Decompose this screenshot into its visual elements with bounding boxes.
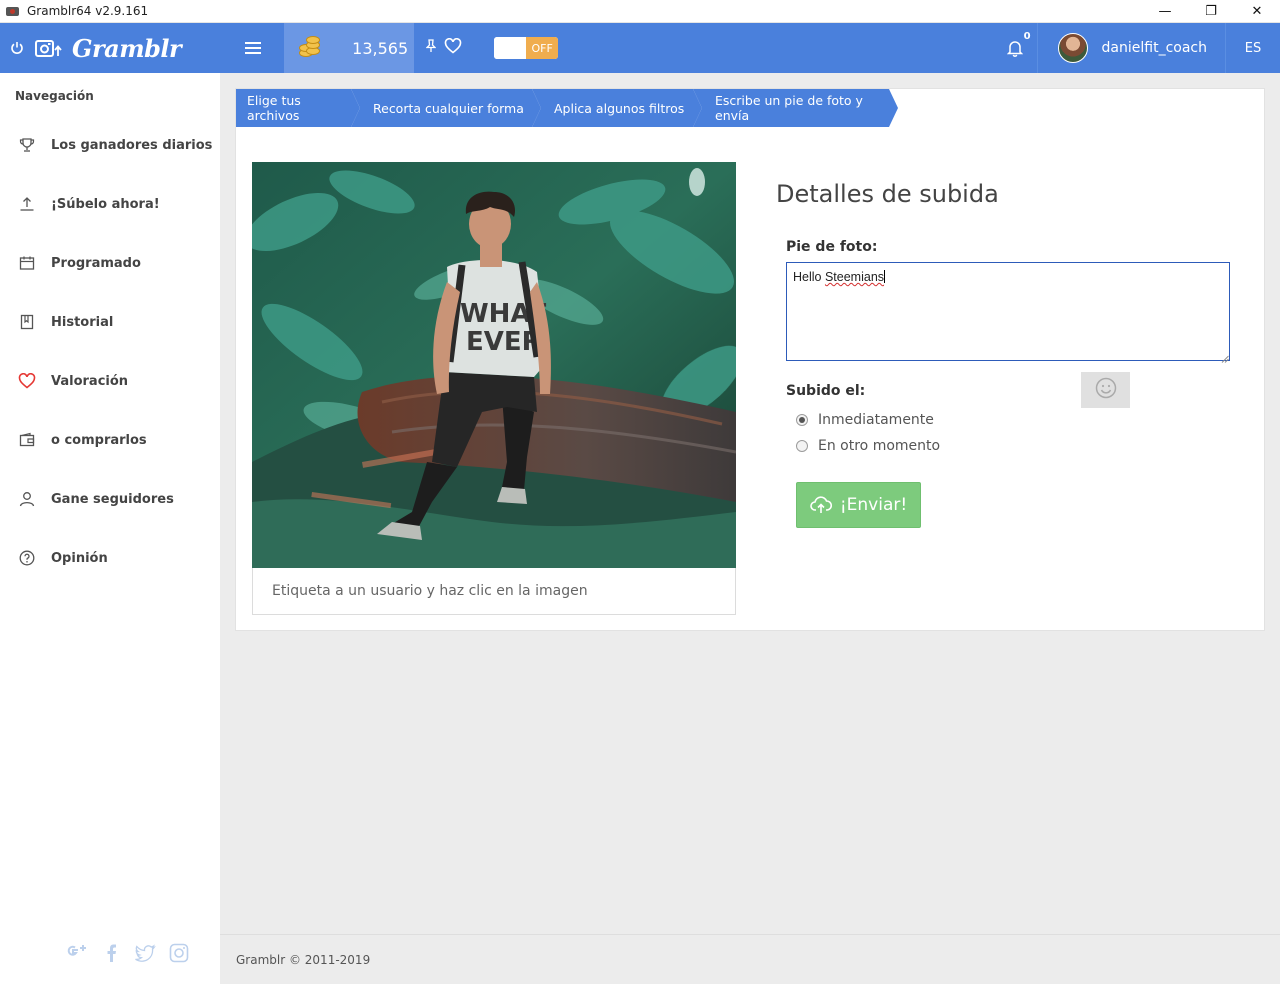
footer: Gramblr © 2011-2019 — [220, 934, 1280, 984]
sidebar-item-label: Programado — [51, 255, 141, 271]
caption-text: Hello Steemians — [793, 270, 886, 284]
power-icon[interactable] — [0, 41, 34, 55]
upload-steps: Elige tus archivos Recorta cualquier for… — [236, 89, 898, 127]
upload-panel: Elige tus archivos Recorta cualquier for… — [235, 88, 1265, 631]
sidebar-item-rating[interactable]: Valoración — [0, 361, 220, 401]
sidebar-item-label: Opinión — [51, 550, 108, 566]
user-icon — [16, 491, 38, 507]
notifications-bell-icon[interactable]: 0 — [993, 23, 1037, 73]
sidebar-item-label: Valoración — [51, 373, 129, 389]
uploaded-on-label: Subido el: — [786, 383, 866, 399]
sidebar: Navegación Los ganadores diarios ¡Súbelo… — [0, 73, 220, 984]
sidebar-item-history[interactable]: Historial — [0, 302, 220, 342]
radio-another-time[interactable]: En otro momento — [796, 438, 940, 454]
send-label: ¡Enviar! — [839, 495, 908, 515]
emoji-button[interactable] — [1081, 372, 1130, 408]
coins-value: 13,565 — [352, 38, 409, 58]
caption-label: Pie de foto: — [786, 239, 878, 255]
instagram-icon[interactable] — [168, 943, 190, 968]
caption-misspelled-word: Steemians — [824, 270, 885, 284]
app-camera-icon — [5, 3, 21, 19]
sidebar-item-label: Historial — [51, 314, 114, 330]
auto-toggle[interactable]: OFF — [494, 37, 559, 59]
sidebar-title: Navegación — [15, 89, 94, 103]
radio-label: En otro momento — [818, 438, 941, 454]
details-title: Detalles de subida — [776, 180, 999, 208]
toggle-state: OFF — [526, 37, 559, 59]
wallet-icon — [16, 432, 38, 448]
minimize-button[interactable]: — — [1142, 0, 1188, 23]
instagram-upload-icon — [34, 23, 64, 73]
username: danielfit_coach — [1101, 40, 1207, 56]
twitter-icon[interactable] — [134, 943, 156, 968]
top-app-bar: Gramblr 13,565 OFF 0 danielfit_coach ES — [0, 23, 1280, 73]
hamburger-menu-icon[interactable] — [245, 36, 265, 60]
social-links — [66, 943, 190, 968]
tag-user-hint[interactable]: Etiqueta a un usuario y haz clic en la i… — [252, 568, 736, 615]
avatar — [1057, 33, 1088, 63]
sidebar-item-label: Gane seguidores — [51, 491, 174, 507]
app-logo: Gramblr — [72, 33, 182, 63]
radio-button[interactable] — [796, 440, 808, 452]
upload-photo[interactable]: WHAT EVER — [252, 162, 736, 568]
google-plus-icon[interactable] — [66, 943, 88, 968]
trophy-icon — [16, 137, 38, 153]
toggle-knob — [494, 37, 527, 59]
facebook-icon[interactable] — [100, 943, 122, 968]
caption-textarea[interactable]: Hello Steemians — [786, 262, 1230, 361]
step-filters[interactable]: Aplica algunos filtros — [532, 89, 702, 127]
likes-heart-icon[interactable] — [444, 37, 462, 59]
calendar-icon — [16, 255, 38, 271]
radio-immediately[interactable]: Inmediatamente — [796, 412, 934, 428]
send-button[interactable]: ¡Enviar! — [796, 482, 921, 528]
sidebar-item-label: ¡Súbelo ahora! — [51, 196, 160, 212]
heart-icon — [16, 373, 38, 389]
sidebar-item-daily-winners[interactable]: Los ganadores diarios — [0, 125, 220, 165]
step-caption-send[interactable]: Escribe un pie de foto y envía — [693, 89, 898, 127]
sidebar-item-scheduled[interactable]: Programado — [0, 243, 220, 283]
smiley-icon — [1095, 377, 1117, 403]
copyright: Gramblr © 2011-2019 — [236, 952, 371, 967]
coins-balance[interactable]: 13,565 — [284, 23, 415, 73]
user-menu[interactable]: danielfit_coach — [1038, 23, 1225, 73]
window-titlebar: Gramblr64 v2.9.161 — ❐ ✕ — [0, 0, 1280, 23]
sidebar-item-label: o comprarlos — [51, 432, 147, 448]
restore-button[interactable]: ❐ — [1188, 0, 1234, 23]
sidebar-item-feedback[interactable]: Opinión — [0, 538, 220, 578]
sidebar-item-upload-now[interactable]: ¡Súbelo ahora! — [0, 184, 220, 224]
cloud-upload-icon — [810, 496, 832, 514]
notification-count: 0 — [1023, 31, 1031, 42]
upload-icon — [16, 196, 38, 212]
window-controls: — ❐ ✕ — [1142, 0, 1280, 23]
radio-label: Inmediatamente — [818, 412, 934, 428]
textarea-resize-grip[interactable] — [1221, 352, 1229, 363]
sidebar-item-followers[interactable]: Gane seguidores — [0, 479, 220, 519]
radio-button[interactable] — [796, 414, 808, 426]
window-title: Gramblr64 v2.9.161 — [27, 4, 149, 18]
text-cursor — [884, 270, 886, 283]
sidebar-item-label: Los ganadores diarios — [51, 137, 213, 153]
sidebar-item-buy[interactable]: o comprarlos — [0, 420, 220, 460]
close-button[interactable]: ✕ — [1234, 0, 1280, 23]
question-icon — [16, 550, 38, 566]
language-selector[interactable]: ES — [1226, 41, 1280, 56]
book-icon — [16, 314, 38, 330]
caption-word: Hello — [793, 270, 825, 284]
coins-icon — [298, 36, 322, 60]
pin-icon[interactable] — [425, 39, 437, 57]
step-crop[interactable]: Recorta cualquier forma — [351, 89, 541, 127]
step-choose-files[interactable]: Elige tus archivos — [236, 89, 360, 127]
